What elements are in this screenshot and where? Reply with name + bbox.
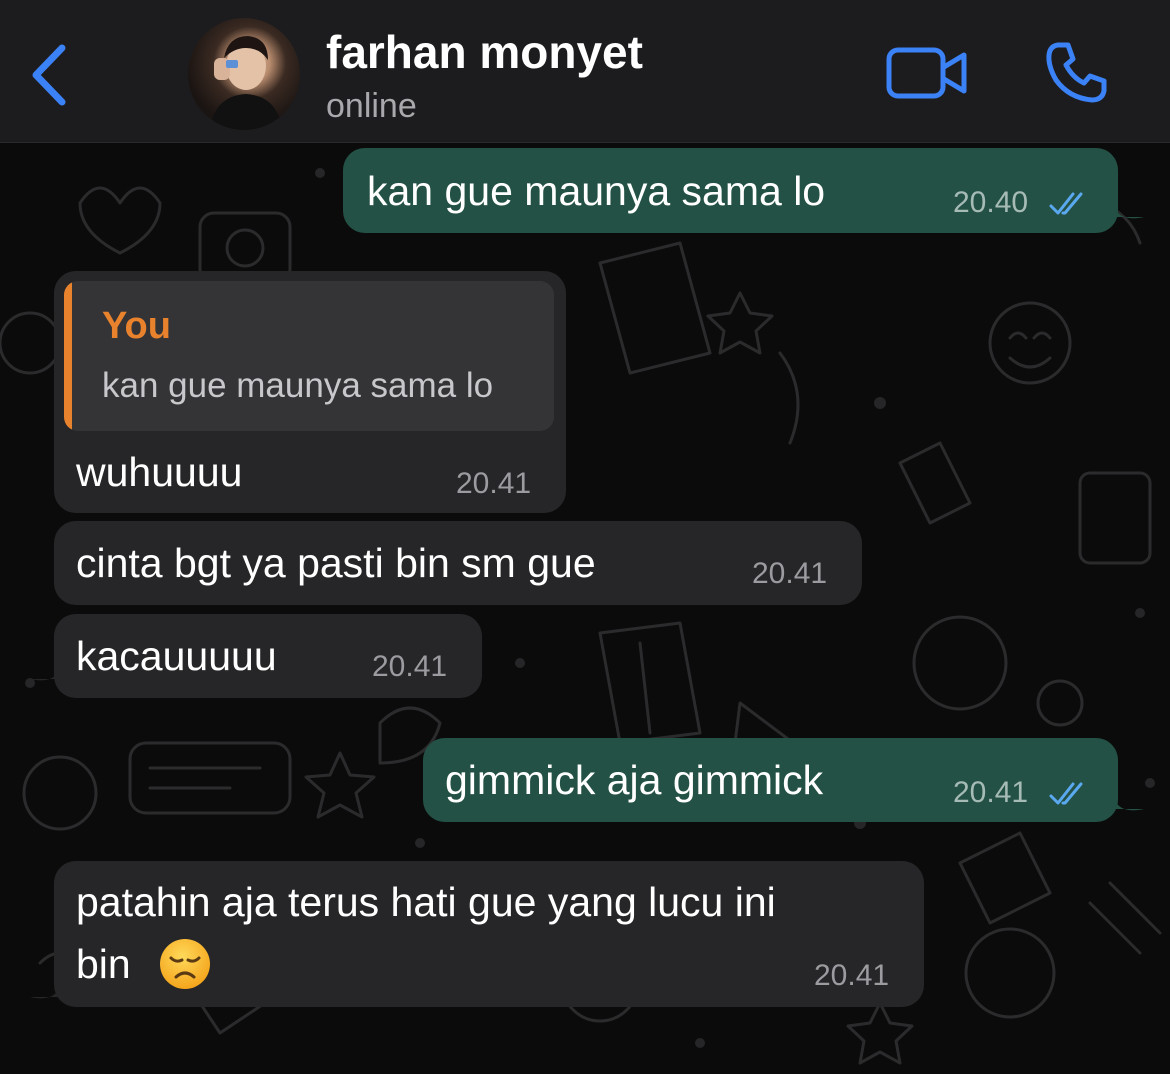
message-text-line-2: bin xyxy=(76,941,131,987)
message-text: cinta bgt ya pasti bin sm gue xyxy=(76,540,596,586)
message-time: 20.41 xyxy=(953,776,1029,809)
message-text-line-1: patahin aja terus hati gue yang lucu ini xyxy=(76,879,776,925)
message-text: wuhuuuu xyxy=(76,449,243,495)
message-time: 20.41 xyxy=(752,557,828,590)
chevron-left-icon[interactable] xyxy=(28,42,70,108)
contact-status: online xyxy=(326,87,417,125)
chat-area[interactable]: kan gue maunya sama lo 20.40 You kan gue… xyxy=(0,143,1170,1074)
message-time: 20.41 xyxy=(814,959,890,992)
contact-name[interactable]: farhan monyet xyxy=(326,24,643,80)
message-bubble-incoming[interactable]: cinta bgt ya pasti bin sm gue 20.41 xyxy=(54,521,862,605)
reply-quote-bar xyxy=(64,281,72,431)
reply-quote-text: kan gue maunya sama lo xyxy=(102,366,494,405)
message-text: kacauuuuu xyxy=(76,633,277,679)
reply-quote[interactable]: You kan gue maunya sama lo xyxy=(64,281,554,431)
phone-icon[interactable] xyxy=(1044,40,1108,104)
message-text: kan gue maunya sama lo xyxy=(367,168,826,214)
disappointed-face-icon xyxy=(160,939,210,989)
message-bubble-outgoing[interactable]: gimmick aja gimmick 20.41 xyxy=(423,738,1118,822)
message-time: 20.41 xyxy=(372,650,448,683)
message-text: gimmick aja gimmick xyxy=(445,757,824,803)
video-camera-icon[interactable] xyxy=(886,46,968,100)
message-bubble-outgoing[interactable]: kan gue maunya sama lo 20.40 xyxy=(343,148,1118,233)
message-time: 20.40 xyxy=(953,186,1029,219)
message-bubble-incoming[interactable]: kacauuuuu 20.41 xyxy=(54,614,482,698)
chat-header: farhan monyet online xyxy=(0,0,1170,143)
read-receipt-icon xyxy=(1049,782,1083,805)
read-receipt-icon xyxy=(1049,192,1083,215)
message-time: 20.41 xyxy=(456,467,532,500)
reply-quote-author: You xyxy=(102,305,171,347)
message-bubble-incoming[interactable]: You kan gue maunya sama lo wuhuuuu 20.41 xyxy=(54,271,566,513)
message-bubble-incoming[interactable]: patahin aja terus hati gue yang lucu ini… xyxy=(54,861,924,1007)
avatar[interactable] xyxy=(188,18,300,130)
